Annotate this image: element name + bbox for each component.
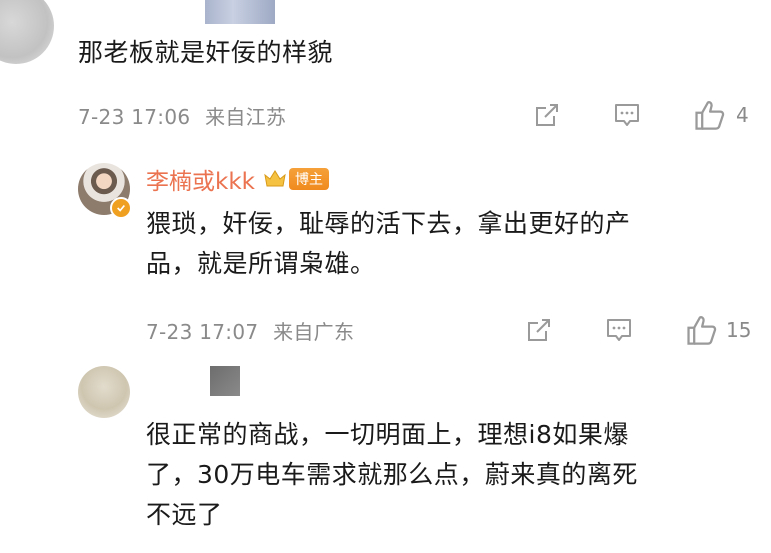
comment-text-line: 猥琐，奸佞，耻辱的活下去，拿出更好的产 — [146, 209, 631, 238]
like-button-2[interactable]: 15 — [684, 313, 751, 347]
comment-text-3: 很正常的商战，一切明面上，理想i8如果爆 了，30万电车需求就那么点，蔚来真的离… — [146, 415, 638, 535]
comment-time: 7-23 17:07 — [146, 320, 259, 344]
comment-text-line: 品，就是所谓枭雄。 — [146, 249, 376, 278]
comment-meta-1: 7-23 17:06 来自江苏 — [78, 101, 286, 130]
comment-text-1: 那老板就是奸佞的样貌 — [78, 38, 334, 67]
avatar-blurred-3[interactable] — [78, 366, 130, 418]
comment-text-line: 很正常的商战，一切明面上，理想i8如果爆 — [146, 420, 629, 449]
comment-text-2: 猥琐，奸佞，耻辱的活下去，拿出更好的产 品，就是所谓枭雄。 — [146, 204, 631, 284]
share-button-1[interactable] — [532, 100, 562, 134]
username-redacted-1 — [205, 0, 275, 24]
comment-location: 来自江苏 — [205, 105, 287, 129]
comment-time: 7-23 17:06 — [78, 105, 191, 129]
share-icon — [528, 319, 550, 341]
comment-icon — [615, 104, 639, 126]
comment-icon — [607, 319, 631, 341]
reply-button-2[interactable] — [604, 315, 634, 349]
comment-text-line: 了，30万电车需求就那么点，蔚来真的离死 — [146, 460, 638, 489]
avatar-blurred-1[interactable] — [0, 0, 54, 64]
username-link[interactable]: 李楠或kkk — [146, 162, 255, 196]
like-button-1[interactable]: 4 — [692, 98, 749, 132]
reply-button-1[interactable] — [612, 100, 642, 134]
share-icon — [536, 104, 558, 126]
comment-location: 来自广东 — [273, 320, 355, 344]
comment-header-2: 李楠或kkk 博主 — [146, 162, 329, 196]
verified-badge-icon — [110, 197, 132, 219]
share-button-2[interactable] — [524, 315, 554, 349]
like-icon — [695, 101, 725, 130]
like-icon — [687, 316, 717, 345]
comment-meta-2: 7-23 17:07 来自广东 — [146, 316, 354, 345]
crown-icon — [264, 170, 286, 187]
like-count: 15 — [726, 318, 752, 342]
comment-text-line: 不远了 — [146, 500, 223, 529]
blogger-badge: 博主 — [288, 168, 329, 190]
like-count: 4 — [736, 103, 749, 127]
username-redacted-3 — [210, 366, 240, 396]
